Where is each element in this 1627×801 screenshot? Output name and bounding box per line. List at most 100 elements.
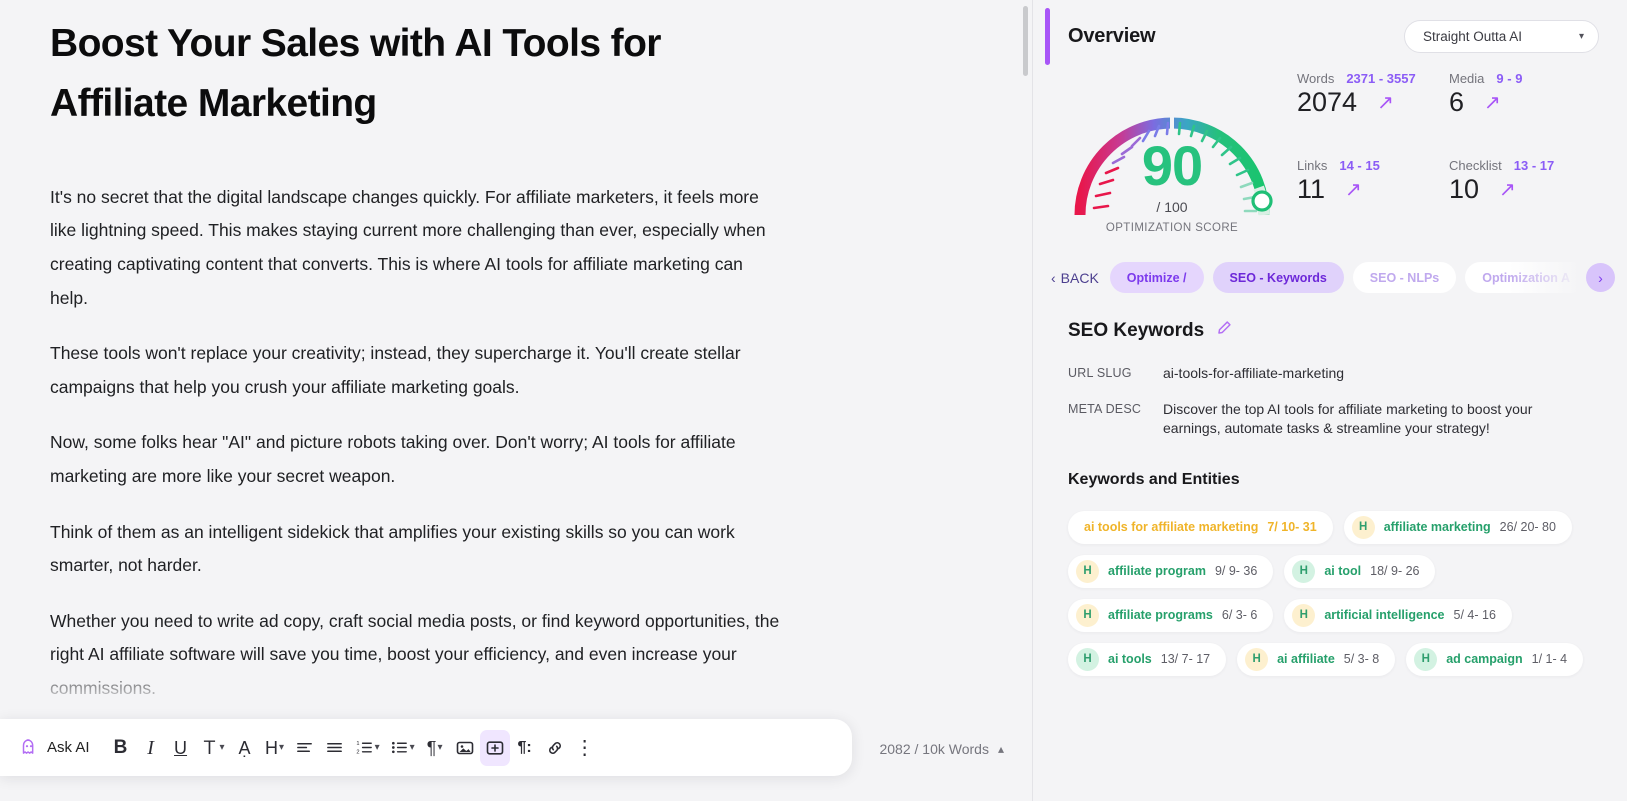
stat-checklist: Checklist 13 - 17 10 ↗ [1449, 158, 1601, 205]
pencil-icon[interactable] [1215, 319, 1233, 342]
keyword-term: ai tools [1108, 652, 1152, 666]
stats-spacer [1297, 118, 1601, 158]
align-left-button[interactable] [290, 730, 320, 766]
heading-icon: H [265, 739, 278, 757]
keyword-chip[interactable]: H artificial intelligence 5/ 4- 16 [1284, 599, 1512, 632]
chevron-up-icon[interactable]: ▴ [998, 742, 1004, 756]
stat-label: Links [1297, 158, 1327, 173]
stat-range: 13 - 17 [1514, 158, 1554, 173]
underline-icon: U [174, 739, 187, 757]
trend-up-icon[interactable]: ↗ [1484, 93, 1501, 113]
paragraph-button[interactable]: ¶ ▾ [420, 730, 450, 766]
document-editor-pane: Boost Your Sales with AI Tools for Affil… [0, 0, 1032, 801]
panel-title: Overview [1068, 25, 1155, 48]
paragraph-spacing-button[interactable]: ¶: [510, 730, 540, 766]
bold-icon: B [114, 738, 128, 757]
tab-seo-nlps[interactable]: SEO - NLPs [1353, 262, 1456, 293]
optimization-gauge: 90 / 100 OPTIMIZATION SCORE [1047, 65, 1297, 250]
insert-link-button[interactable] [540, 730, 570, 766]
document-paragraph[interactable]: It's no secret that the digital landscap… [50, 181, 780, 315]
formatting-toolbar: Ask AI B I U Ｔ ▾ Ạ [0, 719, 852, 776]
url-slug-value[interactable]: ai-tools-for-affiliate-marketing [1163, 364, 1344, 384]
stats-row: Links 14 - 15 11 ↗ Checklist 13 - 17 [1297, 158, 1601, 205]
stats-grid: Words 2371 - 3557 2074 ↗ Media 9 - 9 [1297, 65, 1601, 250]
project-select-value: Straight Outta AI [1423, 29, 1522, 44]
heading-badge: H [1076, 604, 1099, 627]
keyword-chip[interactable]: H ai tools 13/ 7- 17 [1068, 643, 1226, 676]
keyword-counts: 1/ 1- 4 [1532, 652, 1567, 666]
insert-image-button[interactable] [450, 730, 480, 766]
trend-up-icon[interactable]: ↗ [1345, 180, 1362, 200]
keyword-chip[interactable]: H ai tool 18/ 9- 26 [1284, 555, 1435, 588]
document-title[interactable]: Boost Your Sales with AI Tools for Affil… [50, 14, 750, 135]
tab-seo-keywords[interactable]: SEO - Keywords [1213, 262, 1344, 293]
keyword-chip[interactable]: H ad campaign 1/ 1- 4 [1406, 643, 1583, 676]
seo-keywords-title: SEO Keywords [1068, 320, 1204, 342]
align-justify-button[interactable] [320, 730, 350, 766]
keyword-chip[interactable]: H affiliate marketing 26/ 20- 80 [1344, 511, 1572, 544]
keyword-chip[interactable]: H ai affiliate 5/ 3- 8 [1237, 643, 1395, 676]
score-summary-row: 90 / 100 OPTIMIZATION SCORE Words 2371 -… [1033, 53, 1627, 250]
heading-badge: H [1076, 560, 1099, 583]
heading-badge: H [1292, 560, 1315, 583]
pilcrow-icon: ¶ [427, 739, 437, 757]
bold-button[interactable]: B [106, 730, 136, 766]
word-count-label: 2082 / 10k Words [879, 741, 988, 757]
tabs-next-button[interactable]: › [1586, 263, 1615, 292]
back-label: BACK [1061, 270, 1099, 286]
document-paragraph[interactable]: Think of them as an intelligent sidekick… [50, 516, 780, 583]
italic-button[interactable]: I [136, 730, 166, 766]
panel-tab-strip: ‹ BACK Optimize / SEO - Keywords SEO - N… [1033, 250, 1627, 293]
keyword-term: affiliate programs [1108, 608, 1213, 622]
chevron-down-icon: ▾ [410, 742, 415, 753]
back-button[interactable]: ‹ BACK [1051, 270, 1101, 286]
underline-button[interactable]: U [166, 730, 196, 766]
document-body[interactable]: Boost Your Sales with AI Tools for Affil… [0, 0, 1032, 761]
word-count-indicator[interactable]: 2082 / 10k Words ▴ [879, 741, 1004, 757]
bullet-list-icon [390, 738, 409, 757]
chevron-left-icon: ‹ [1051, 270, 1056, 286]
meta-desc-row: META DESC Discover the top AI tools for … [1033, 384, 1627, 439]
keywords-entities-title: Keywords and Entities [1033, 439, 1627, 489]
heading-badge: H [1245, 648, 1268, 671]
trend-up-icon[interactable]: ↗ [1377, 93, 1394, 113]
text-style-button[interactable]: Ｔ ▾ [196, 730, 230, 766]
project-select[interactable]: Straight Outta AI ▾ [1404, 20, 1599, 53]
document-paragraph[interactable]: These tools won't replace your creativit… [50, 337, 780, 404]
tab-optimization-ai[interactable]: Optimization A [1465, 262, 1587, 293]
keyword-counts: 13/ 7- 17 [1161, 652, 1210, 666]
keyword-counts: 5/ 4- 16 [1454, 608, 1496, 622]
trend-up-icon[interactable]: ↗ [1499, 180, 1516, 200]
seo-overview-panel: Overview Straight Outta AI ▾ [1032, 0, 1627, 801]
keyword-counts: 5/ 3- 8 [1344, 652, 1379, 666]
document-paragraph[interactable]: Whether you need to write ad copy, craft… [50, 605, 780, 706]
paragraph-spacing-icon: ¶: [518, 740, 532, 756]
chevron-down-icon: ▾ [375, 742, 380, 753]
keyword-chip[interactable]: H affiliate programs 6/ 3- 6 [1068, 599, 1273, 632]
chevron-right-icon: › [1598, 270, 1603, 286]
stat-label: Words [1297, 71, 1334, 86]
meta-desc-value[interactable]: Discover the top AI tools for affiliate … [1163, 400, 1563, 439]
ordered-list-button[interactable]: 1 2 ▾ [350, 730, 385, 766]
ask-ai-button[interactable]: Ask AI [12, 730, 100, 766]
stat-value: 11 [1297, 174, 1325, 205]
gauge-caption: OPTIMIZATION SCORE [1047, 222, 1297, 234]
image-icon [455, 738, 475, 758]
tab-optimize[interactable]: Optimize / [1110, 262, 1204, 293]
keyword-chip[interactable]: ai tools for affiliate marketing 7/ 10- … [1068, 511, 1333, 544]
keyword-chip[interactable]: H affiliate program 9/ 9- 36 [1068, 555, 1273, 588]
stat-range: 2371 - 3557 [1346, 71, 1415, 86]
insert-block-button[interactable] [480, 730, 510, 766]
heading-badge: H [1076, 648, 1099, 671]
font-color-button[interactable]: Ạ [230, 730, 260, 766]
gauge-score: 90 [1047, 133, 1297, 198]
more-options-button[interactable]: ⋮ [570, 730, 600, 766]
heading-button[interactable]: H ▾ [260, 730, 290, 766]
editor-scrollbar[interactable] [1023, 6, 1028, 76]
stat-value: 10 [1449, 174, 1479, 205]
stat-label: Media [1449, 71, 1484, 86]
document-paragraph[interactable]: Now, some folks hear "AI" and picture ro… [50, 426, 780, 493]
more-vertical-icon: ⋮ [575, 738, 595, 758]
bullet-list-button[interactable]: ▾ [385, 730, 420, 766]
stat-links: Links 14 - 15 11 ↗ [1297, 158, 1449, 205]
